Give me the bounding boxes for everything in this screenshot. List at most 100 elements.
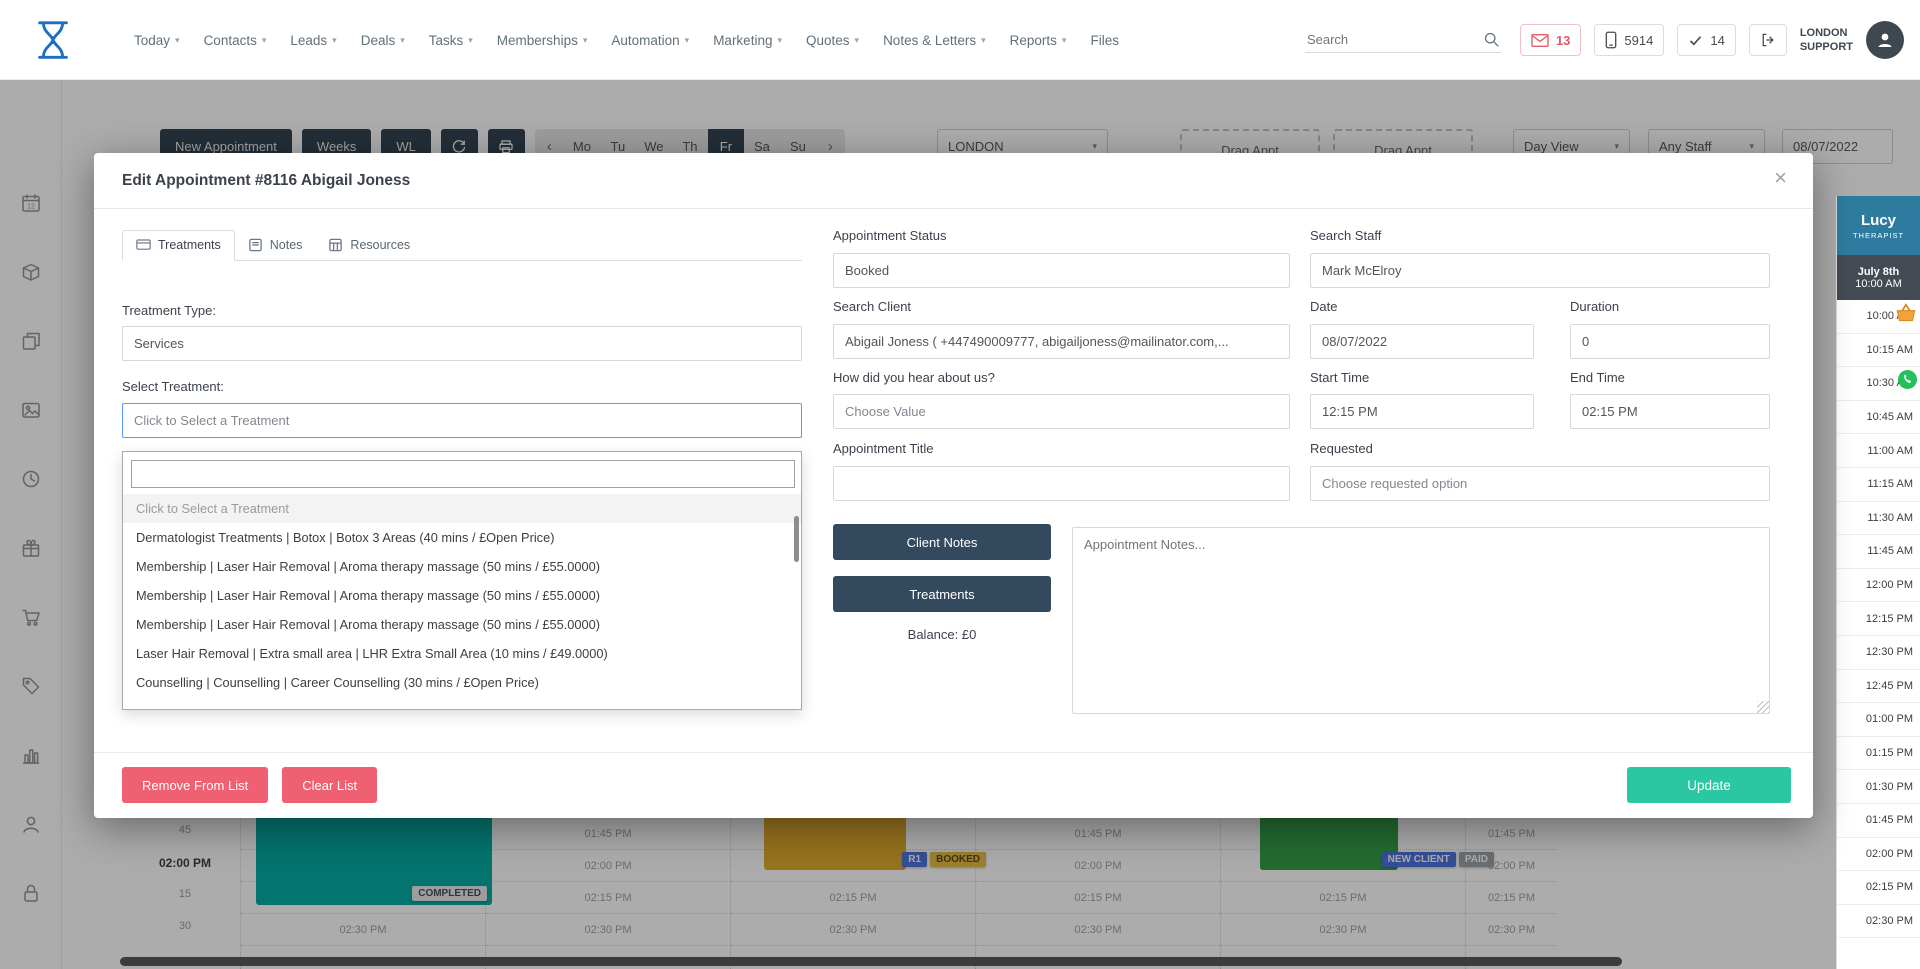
card-icon: [136, 238, 151, 252]
time-slot[interactable]: 12:15 PM: [1837, 602, 1920, 636]
hear-about-select[interactable]: Choose Value: [833, 394, 1290, 429]
update-button[interactable]: Update: [1627, 767, 1791, 803]
treatment-option[interactable]: Membership | Laser Hair Removal | Aroma …: [123, 610, 801, 639]
chevron-down-icon: ▾: [332, 35, 337, 46]
treatment-option[interactable]: Membership | Laser Hair Removal | Aroma …: [123, 581, 801, 610]
time-slot[interactable]: 11:15 AM: [1837, 468, 1920, 502]
duration-label: Duration: [1570, 299, 1619, 314]
chevron-down-icon: ▾: [583, 35, 588, 46]
time-slot[interactable]: 02:00 PM: [1837, 838, 1920, 872]
time-slot[interactable]: 01:00 PM: [1837, 703, 1920, 737]
textarea-resize-grip[interactable]: [1757, 701, 1769, 713]
whatsapp-icon[interactable]: [1898, 370, 1917, 389]
time-slot[interactable]: 12:45 PM: [1837, 670, 1920, 704]
staff-name: Lucy: [1861, 212, 1896, 229]
nav-item-reports[interactable]: Reports ▾: [1010, 33, 1067, 48]
avatar[interactable]: [1866, 21, 1904, 59]
phone-button[interactable]: 5914: [1594, 24, 1664, 56]
modal-footer: Remove From List Clear List Update: [94, 752, 1813, 818]
note-icon: [248, 238, 263, 252]
appointment-notes-textarea[interactable]: [1072, 527, 1770, 714]
end-time-input[interactable]: [1570, 394, 1770, 429]
treatment-option[interactable]: Dermatologist Treatments | Botox | Botox…: [123, 523, 801, 552]
remove-from-list-button[interactable]: Remove From List: [122, 767, 268, 803]
client-notes-button[interactable]: Client Notes: [833, 524, 1051, 560]
nav-item-leads[interactable]: Leads ▾: [290, 33, 336, 48]
tab-notes[interactable]: Notes: [235, 230, 316, 260]
date-label: Date: [1310, 299, 1337, 314]
nav-item-tasks[interactable]: Tasks ▾: [429, 33, 473, 48]
app-logo-hourglass-icon[interactable]: [30, 17, 76, 63]
modal-tabs: Treatments Notes Resources: [122, 230, 802, 261]
top-nav: Today ▾ Contacts ▾ Leads ▾ Deals ▾ Tasks…: [0, 0, 1920, 80]
nav-item-contacts[interactable]: Contacts ▾: [204, 33, 267, 48]
search-client-input[interactable]: [833, 324, 1290, 359]
time-slot[interactable]: 01:15 PM: [1837, 737, 1920, 771]
select-treatment-select[interactable]: Click to Select a Treatment: [122, 403, 802, 438]
global-search: [1305, 27, 1501, 53]
treatment-option[interactable]: Laser Hair Removal | Extra small area | …: [123, 639, 801, 668]
staff-header[interactable]: Lucy THERAPIST: [1837, 196, 1920, 255]
nav-item-marketing[interactable]: Marketing ▾: [713, 33, 782, 48]
nav-item-notes-letters[interactable]: Notes & Letters ▾: [883, 33, 986, 48]
treatment-type-label: Treatment Type:: [122, 303, 216, 318]
staff-time-list: 10:00 AM10:15 AM10:30 AM10:45 AM11:00 AM…: [1837, 300, 1920, 938]
close-icon[interactable]: ×: [1774, 167, 1787, 189]
time-slot[interactable]: 11:30 AM: [1837, 502, 1920, 536]
appointment-status-label: Appointment Status: [833, 228, 946, 243]
nav-item-deals[interactable]: Deals ▾: [361, 33, 405, 48]
dropdown-scrollbar-thumb[interactable]: [794, 516, 799, 562]
time-slot[interactable]: 11:45 AM: [1837, 535, 1920, 569]
mail-count: 13: [1556, 33, 1570, 48]
requested-label: Requested: [1310, 441, 1373, 456]
tab-resources[interactable]: Resources: [315, 230, 423, 260]
time-slot[interactable]: 01:45 PM: [1837, 804, 1920, 838]
resources-icon: [328, 238, 343, 252]
balance-label: Balance: £0: [833, 627, 1051, 642]
date-input[interactable]: [1310, 324, 1534, 359]
account-label: LONDON SUPPORT: [1800, 26, 1853, 55]
nav-right-cluster: 13 5914 14 LONDON SUPPORT: [1305, 0, 1904, 80]
modal-title: Edit Appointment #8116 Abigail Joness: [122, 153, 410, 209]
select-treatment-label: Select Treatment:: [122, 379, 224, 394]
requested-select[interactable]: Choose requested option: [1310, 466, 1770, 501]
duration-input[interactable]: [1570, 324, 1770, 359]
clear-list-button[interactable]: Clear List: [282, 767, 377, 803]
time-slot[interactable]: 12:30 PM: [1837, 636, 1920, 670]
staff-time-column: Lucy THERAPIST July 8th 10:00 AM 10:00 A…: [1836, 196, 1920, 969]
time-slot[interactable]: 02:30 PM: [1837, 905, 1920, 939]
mail-button[interactable]: 13: [1520, 24, 1581, 56]
search-icon[interactable]: [1483, 31, 1500, 48]
start-time-input[interactable]: [1310, 394, 1534, 429]
nav-item-today[interactable]: Today ▾: [134, 33, 180, 48]
appointment-status-select[interactable]: Booked: [833, 253, 1290, 288]
treatment-option[interactable]: Counselling | Counselling | Career Couns…: [123, 668, 801, 697]
treatment-dropdown-search-input[interactable]: [131, 460, 795, 488]
search-client-label: Search Client: [833, 299, 911, 314]
nav-item-files[interactable]: Files: [1090, 33, 1124, 48]
treatment-type-select[interactable]: Services: [122, 326, 802, 361]
logout-button[interactable]: [1749, 24, 1787, 56]
staff-date-label: July 8th: [1858, 266, 1900, 278]
time-slot[interactable]: 01:30 PM: [1837, 770, 1920, 804]
time-slot[interactable]: 02:15 PM: [1837, 871, 1920, 905]
time-slot[interactable]: 10:15 AM: [1837, 334, 1920, 368]
treatment-option[interactable]: Membership | Laser Hair Removal | Aroma …: [123, 552, 801, 581]
time-slot[interactable]: 11:00 AM: [1837, 434, 1920, 468]
smartphone-icon: [1605, 31, 1617, 49]
nav-item-quotes[interactable]: Quotes ▾: [806, 33, 859, 48]
time-slot[interactable]: 12:00 PM: [1837, 569, 1920, 603]
basket-icon[interactable]: [1894, 302, 1918, 324]
search-input[interactable]: [1307, 32, 1483, 47]
treatment-option[interactable]: Click to Select a Treatment: [123, 494, 801, 523]
nav-item-automation[interactable]: Automation ▾: [611, 33, 689, 48]
tab-treatments[interactable]: Treatments: [122, 230, 235, 261]
appointment-title-input[interactable]: [833, 466, 1290, 501]
search-staff-input[interactable]: [1310, 253, 1770, 288]
treatments-button[interactable]: Treatments: [833, 576, 1051, 612]
treatment-dropdown: Click to Select a TreatmentDermatologist…: [122, 451, 802, 710]
time-slot[interactable]: 10:45 AM: [1837, 401, 1920, 435]
staff-role: THERAPIST: [1853, 231, 1904, 240]
nav-item-memberships[interactable]: Memberships ▾: [497, 33, 588, 48]
tasks-button[interactable]: 14: [1677, 24, 1735, 56]
